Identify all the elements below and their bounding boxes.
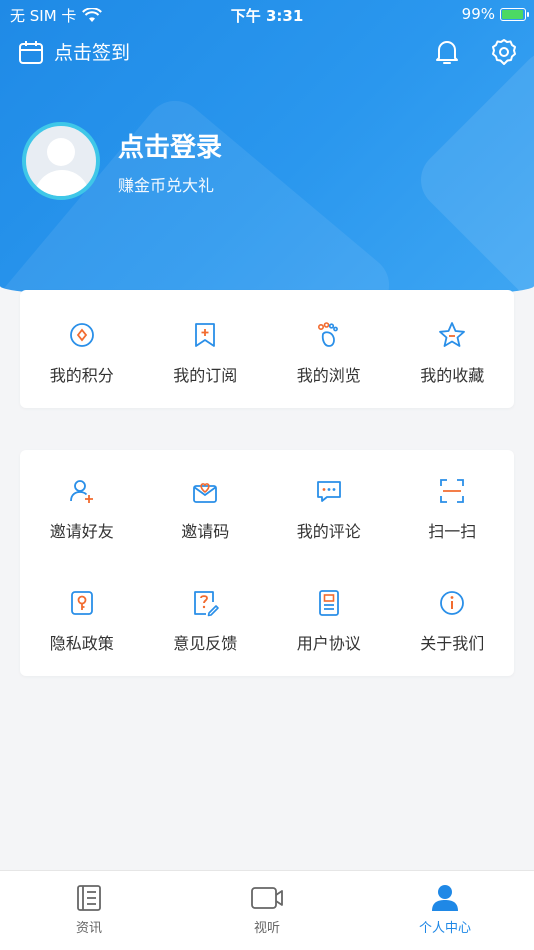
login-label[interactable]: 点击登录 bbox=[118, 127, 222, 164]
gear-icon[interactable] bbox=[490, 38, 518, 66]
checkin-label: 点击签到 bbox=[54, 42, 131, 64]
invite-friend-icon bbox=[69, 480, 93, 503]
menu-label: 意见反馈 bbox=[173, 634, 238, 653]
my-history-button[interactable]: 我的浏览 bbox=[267, 320, 391, 386]
video-icon bbox=[251, 887, 283, 909]
invite-code-button[interactable]: 邀请码 bbox=[144, 476, 268, 542]
menu-label: 我的浏览 bbox=[296, 366, 361, 385]
feedback-button[interactable]: 意见反馈 bbox=[144, 588, 268, 654]
feedback-icon bbox=[194, 591, 220, 617]
tab-label: 个人中心 bbox=[418, 921, 471, 936]
my-comments-button[interactable]: 我的评论 bbox=[267, 476, 391, 542]
user-agreement-button[interactable]: 用户协议 bbox=[267, 588, 391, 654]
about-us-button[interactable]: 关于我们 bbox=[391, 588, 515, 654]
top-bar: 点击签到 bbox=[0, 36, 534, 70]
menu-label: 邀请码 bbox=[181, 522, 230, 541]
menu-label: 隐私政策 bbox=[49, 634, 114, 653]
tab-video[interactable]: 视听 bbox=[178, 871, 356, 950]
status-bar: 无 SIM 卡 下午 3:31 99% bbox=[0, 0, 534, 28]
points-icon bbox=[69, 323, 94, 347]
menu-label: 扫一扫 bbox=[428, 522, 477, 541]
person-icon bbox=[432, 885, 458, 911]
subscription-icon bbox=[195, 323, 216, 347]
news-icon bbox=[77, 885, 101, 911]
menu-label: 关于我们 bbox=[420, 634, 485, 653]
tab-personal-center[interactable]: 个人中心 bbox=[356, 871, 534, 950]
invite-code-icon bbox=[193, 483, 218, 503]
comment-icon bbox=[316, 481, 341, 502]
menu-label: 我的评论 bbox=[296, 522, 361, 541]
about-icon bbox=[440, 591, 465, 615]
footprint-icon bbox=[317, 322, 338, 347]
quick-access-card: 我的积分 我的订阅 我的浏览 我的收藏 bbox=[20, 290, 514, 408]
privacy-icon bbox=[70, 591, 93, 615]
login-subtitle: 赚金币兑大礼 bbox=[118, 175, 215, 195]
scan-button[interactable]: 扫一扫 bbox=[391, 476, 515, 542]
login-area[interactable]: 点击登录 赚金币兑大礼 bbox=[22, 122, 222, 200]
my-points-button[interactable]: 我的积分 bbox=[20, 320, 144, 386]
tab-label: 视听 bbox=[253, 921, 280, 936]
menu-label: 我的积分 bbox=[49, 366, 114, 385]
scan-icon bbox=[440, 479, 465, 503]
privacy-policy-button[interactable]: 隐私政策 bbox=[20, 588, 144, 654]
checkin-button[interactable]: 点击签到 bbox=[18, 38, 130, 65]
service-card: 邀请好友 邀请码 我的评论 扫一扫 隐私政策 意见反馈 用户协议 关于我们 bbox=[20, 450, 514, 676]
agreement-icon bbox=[318, 590, 339, 616]
menu-label: 我的订阅 bbox=[173, 366, 238, 385]
menu-label: 我的收藏 bbox=[420, 366, 485, 385]
my-subscription-button[interactable]: 我的订阅 bbox=[144, 320, 268, 386]
battery-percent: 99% bbox=[461, 5, 495, 23]
status-time: 下午 3:31 bbox=[230, 7, 304, 25]
tab-label: 资讯 bbox=[75, 921, 102, 936]
calendar-icon bbox=[19, 40, 43, 64]
avatar[interactable] bbox=[22, 122, 100, 200]
my-favorites-button[interactable]: 我的收藏 bbox=[391, 320, 515, 386]
invite-friend-button[interactable]: 邀请好友 bbox=[20, 476, 144, 542]
tab-news[interactable]: 资讯 bbox=[0, 871, 178, 950]
battery-icon bbox=[500, 7, 529, 21]
header-decoration bbox=[408, 38, 534, 300]
bell-icon[interactable] bbox=[434, 38, 460, 66]
menu-label: 邀请好友 bbox=[49, 522, 114, 541]
menu-label: 用户协议 bbox=[296, 634, 361, 653]
star-icon bbox=[439, 322, 466, 347]
tab-bar: 资讯 视听 个人中心 bbox=[0, 870, 534, 950]
